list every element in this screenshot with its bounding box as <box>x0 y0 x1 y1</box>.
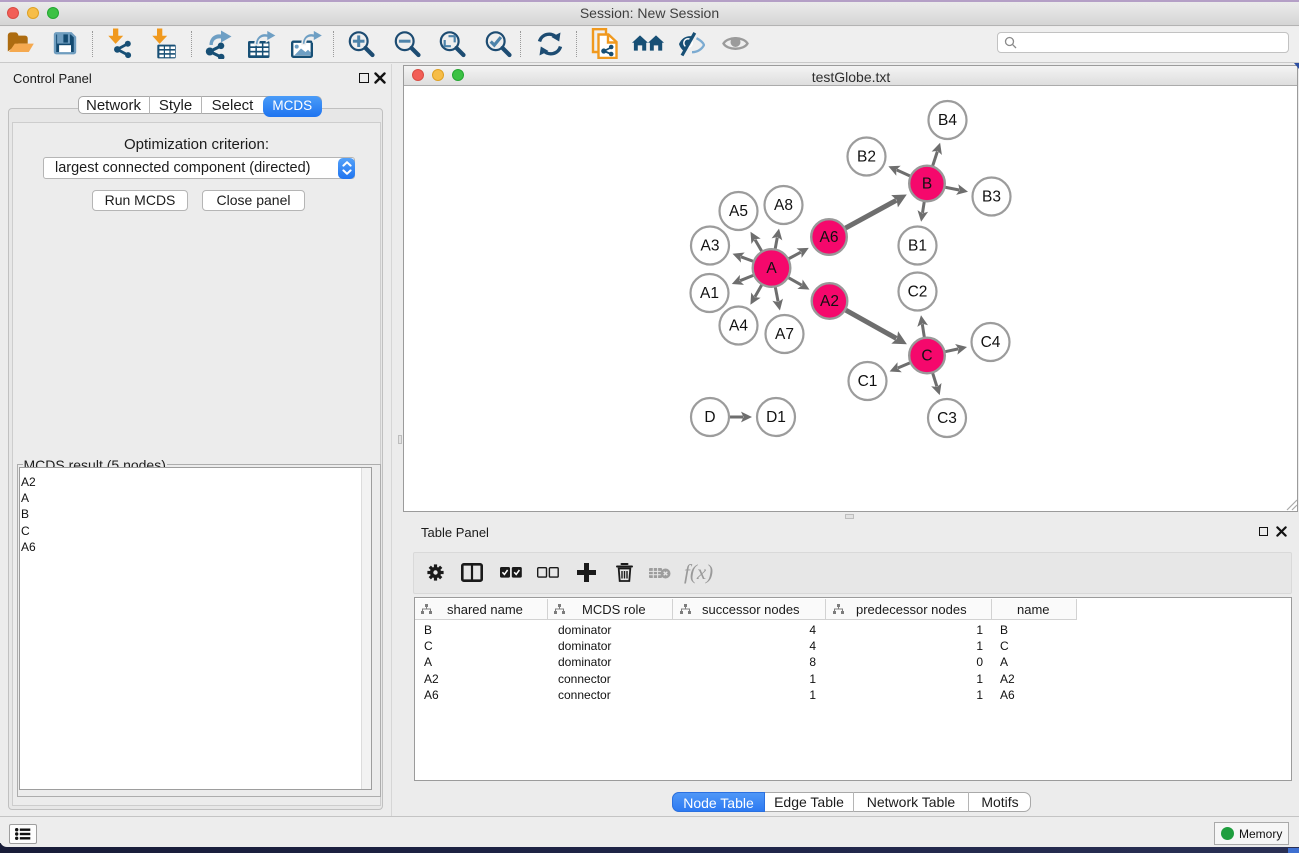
svg-text:C4: C4 <box>981 334 1001 351</box>
svg-text:B4: B4 <box>938 112 957 129</box>
svg-text:A1: A1 <box>700 285 719 302</box>
svg-text:A6: A6 <box>820 229 839 246</box>
svg-text:A3: A3 <box>701 238 720 255</box>
svg-text:C3: C3 <box>937 410 957 427</box>
svg-text:C: C <box>921 348 932 365</box>
svg-text:B1: B1 <box>908 238 927 255</box>
svg-text:B3: B3 <box>982 189 1001 206</box>
svg-text:A8: A8 <box>774 197 793 214</box>
svg-text:C2: C2 <box>908 284 928 301</box>
svg-text:C1: C1 <box>858 373 878 390</box>
svg-text:A5: A5 <box>729 203 748 220</box>
svg-text:A2: A2 <box>820 293 839 310</box>
svg-text:D: D <box>704 409 715 426</box>
svg-text:D1: D1 <box>766 409 786 426</box>
svg-text:B: B <box>922 176 932 193</box>
svg-text:B2: B2 <box>857 149 876 166</box>
svg-text:A: A <box>766 260 777 277</box>
svg-text:A7: A7 <box>775 326 794 343</box>
svg-text:A4: A4 <box>729 318 748 335</box>
